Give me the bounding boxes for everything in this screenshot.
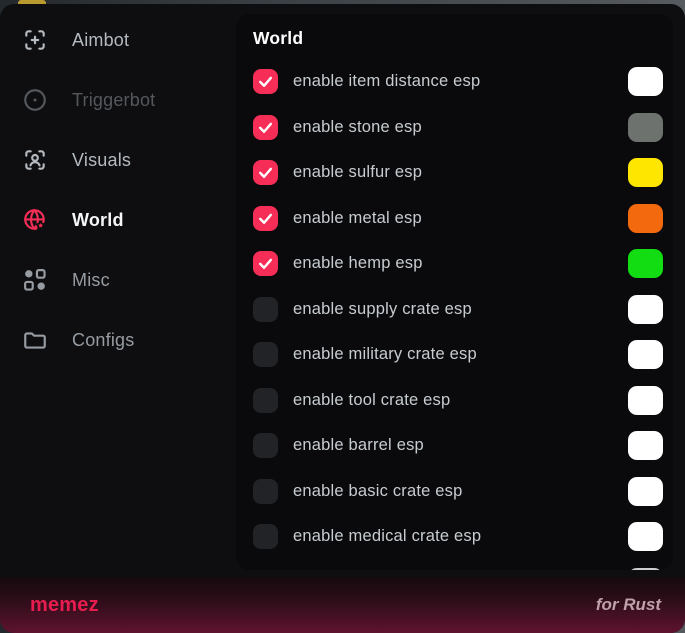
esp-checkbox[interactable] <box>253 479 278 504</box>
esp-checkbox[interactable] <box>253 342 278 367</box>
esp-row: enable stone esp <box>253 105 673 151</box>
esp-row: enable medical crate esp <box>253 514 673 560</box>
color-swatch[interactable] <box>628 386 663 415</box>
sidebar-item-label: Aimbot <box>72 30 129 51</box>
footer-bar: memez for Rust <box>0 577 685 633</box>
esp-checkbox[interactable] <box>253 388 278 413</box>
visuals-user-scan-icon <box>22 147 48 173</box>
sidebar-item-misc[interactable]: Misc <box>0 250 232 310</box>
esp-row: enable basic crate esp <box>253 469 673 515</box>
color-swatch[interactable] <box>628 249 663 278</box>
esp-options-list: enable item distance esp enable stone esp… <box>253 59 673 570</box>
color-swatch[interactable] <box>628 158 663 187</box>
esp-checkbox[interactable] <box>253 69 278 94</box>
esp-row: enable barrel esp <box>253 423 673 469</box>
color-swatch[interactable] <box>628 340 663 369</box>
color-swatch[interactable] <box>628 431 663 460</box>
esp-row <box>253 560 673 571</box>
triggerbot-circle-dot-icon <box>22 87 48 113</box>
esp-row: enable sulfur esp <box>253 150 673 196</box>
aimbot-scan-icon <box>22 27 48 53</box>
color-swatch[interactable] <box>628 522 663 551</box>
sidebar-nav: Aimbot Triggerbot Visuals World Misc Configs <box>0 10 232 370</box>
sidebar-item-label: World <box>72 210 124 231</box>
esp-label: enable basic crate esp <box>293 482 463 501</box>
esp-label: enable barrel esp <box>293 436 424 455</box>
esp-checkbox[interactable] <box>253 433 278 458</box>
sidebar-item-label: Triggerbot <box>72 90 155 111</box>
color-swatch[interactable] <box>628 295 663 324</box>
color-swatch[interactable] <box>628 568 663 570</box>
esp-label: enable military crate esp <box>293 345 477 364</box>
screen: AimbotTriggerbotVisualsWorldMiscConfigs … <box>0 0 685 633</box>
sidebar-item-label: Misc <box>72 270 110 291</box>
sidebar-item-visuals[interactable]: Visuals <box>0 130 232 190</box>
esp-checkbox[interactable] <box>253 160 278 185</box>
esp-row: enable tool crate esp <box>253 378 673 424</box>
esp-checkbox[interactable] <box>253 524 278 549</box>
esp-checkbox[interactable] <box>253 297 278 322</box>
esp-row: enable metal esp <box>253 196 673 242</box>
sidebar-item-aimbot[interactable]: Aimbot <box>0 10 232 70</box>
esp-row: enable hemp esp <box>253 241 673 287</box>
sidebar-item-world[interactable]: World <box>0 190 232 250</box>
esp-row: enable item distance esp <box>253 59 673 105</box>
misc-shapes-icon <box>22 267 48 293</box>
esp-label: enable stone esp <box>293 118 422 137</box>
esp-label: enable supply crate esp <box>293 300 472 319</box>
color-swatch[interactable] <box>628 67 663 96</box>
world-globe-icon <box>22 207 48 233</box>
esp-checkbox[interactable] <box>253 206 278 231</box>
esp-label: enable item distance esp <box>293 72 480 91</box>
color-swatch[interactable] <box>628 204 663 233</box>
esp-row: enable military crate esp <box>253 332 673 378</box>
world-settings-panel: World enable item distance esp enable sto… <box>236 14 673 570</box>
color-swatch[interactable] <box>628 477 663 506</box>
esp-label: enable sulfur esp <box>293 163 422 182</box>
sidebar-item-label: Configs <box>72 330 134 351</box>
color-swatch[interactable] <box>628 113 663 142</box>
esp-checkbox[interactable] <box>253 251 278 276</box>
esp-row: enable supply crate esp <box>253 287 673 333</box>
sidebar-item-triggerbot[interactable]: Triggerbot <box>0 70 232 130</box>
sidebar-item-configs[interactable]: Configs <box>0 310 232 370</box>
brand-name: memez <box>30 594 99 617</box>
esp-label: enable medical crate esp <box>293 527 481 546</box>
esp-label: enable metal esp <box>293 209 422 228</box>
configs-folder-icon <box>22 327 48 353</box>
esp-label: enable hemp esp <box>293 254 423 273</box>
panel-title: World <box>253 28 673 49</box>
esp-label: enable tool crate esp <box>293 391 450 410</box>
product-tagline: for Rust <box>596 595 661 615</box>
esp-checkbox[interactable] <box>253 115 278 140</box>
cheat-menu-window: AimbotTriggerbotVisualsWorldMiscConfigs … <box>0 4 685 633</box>
sidebar-item-label: Visuals <box>72 150 131 171</box>
